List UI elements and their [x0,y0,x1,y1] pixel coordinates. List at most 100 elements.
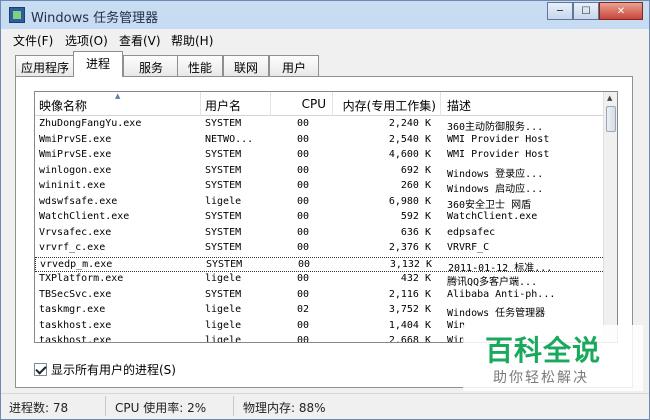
process-description: edpsafec [447,226,496,238]
process-cpu: 00 [298,258,311,270]
process-description: 360主动防御服务... [447,122,544,133]
process-row[interactable]: TBSecSvc.exe SYSTEM 00 2,116 K Alibaba Anti-… [35,288,605,304]
process-memory: 3,132 K [389,258,432,270]
maximize-button[interactable]: ☐ [573,2,599,20]
process-description: Windows 启动应... [447,184,544,195]
tab-services[interactable]: 服务 [123,55,179,76]
process-cpu: 00 [297,149,310,160]
process-name: winlogon.exe [39,164,112,176]
process-cpu: 00 [297,180,310,191]
process-cpu: 00 [297,242,310,253]
process-memory: 3,752 K [388,304,431,315]
process-description: WMI Provider Host [447,133,550,145]
process-row[interactable]: wdswfsafe.exe ligele 00 6,980 K 360安全卫士 网盾 [35,195,605,211]
process-user: SYSTEM [205,288,242,300]
process-user: SYSTEM [205,118,242,129]
scroll-up-icon[interactable]: ▲ [607,94,612,102]
tab-users[interactable]: 用户 [269,55,319,76]
tab-performance[interactable]: 性能 [177,55,223,76]
menu-options[interactable]: 选项(O) [65,32,108,49]
process-memory: 4,600 K [388,149,431,160]
close-button[interactable]: ✕ [599,2,643,20]
process-memory: 1,404 K [388,319,431,331]
process-row[interactable]: ZhuDongFangYu.exe SYSTEM 00 2,240 K 360主动防御服… [35,117,605,133]
process-row[interactable]: vrvrf_c.exe SYSTEM 00 2,376 K VRVRF_C [35,241,605,257]
process-user: ligele [205,304,242,315]
show-all-users-option[interactable]: 显示所有用户的进程(S) [34,361,176,378]
process-user: SYSTEM [205,164,242,176]
task-manager-icon [9,7,25,23]
process-cpu: 00 [297,118,310,129]
process-memory: 260 K [400,180,431,191]
process-row[interactable]: vrvedp_m.exe SYSTEM 00 3,132 K 2011-01-12 标准… [35,256,605,274]
process-name: WatchClient.exe [39,211,130,222]
process-memory: 636 K [400,226,431,238]
process-row[interactable]: taskmgr.exe ligele 02 3,752 K Windows 任务管理器 [35,303,605,319]
scrollbar-thumb[interactable] [606,106,616,132]
column-description[interactable]: 描述 [441,92,605,116]
process-memory: 2,240 K [388,118,431,129]
process-user: SYSTEM [206,258,243,270]
minimize-button[interactable]: ─ [547,2,573,20]
process-cpu: 00 [297,226,310,238]
tab-processes[interactable]: 进程 [73,51,123,77]
process-row[interactable]: wininit.exe SYSTEM 00 260 K Windows 启动应... [35,179,605,195]
column-user-name[interactable]: 用户名 [201,92,271,116]
process-cpu: 00 [297,211,310,222]
process-user: SYSTEM [205,180,242,191]
menu-bar: 文件(F) 选项(O) 查看(V) 帮助(H) [1,29,649,49]
process-name: wininit.exe [39,180,106,191]
process-name: WmiPrvSE.exe [39,133,112,145]
menu-file[interactable]: 文件(F) [13,32,53,49]
process-name: taskhost.exe [39,319,112,331]
process-memory: 2,540 K [388,133,431,145]
process-name: WmiPrvSE.exe [39,149,112,160]
show-all-users-checkbox[interactable] [34,363,47,376]
process-description: VRVRF_C [447,242,490,253]
process-cpu: 00 [297,288,310,300]
status-cpu-usage: CPU 使用率: 2% [115,401,207,415]
process-cpu: 00 [297,195,310,207]
task-manager-window: Windows 任务管理器 ─ ☐ ✕ 文件(F) 选项(O) 查看(V) 帮助… [0,0,650,420]
menu-view[interactable]: 查看(V) [119,32,161,49]
process-row[interactable]: WmiPrvSE.exe NETWO... 00 2,540 K WMI Provide… [35,133,605,149]
process-row[interactable]: winlogon.exe SYSTEM 00 692 K Windows 登录应... [35,164,605,180]
process-user: ligele [205,319,242,331]
process-cpu: 00 [297,164,310,176]
status-divider [105,396,106,416]
process-description: WMI Provider Host [447,149,550,160]
process-user: ligele [205,195,242,207]
process-name: TXPlatform.exe [39,273,124,284]
column-cpu[interactable]: CPU [271,92,333,116]
process-name: taskmgr.exe [39,304,106,315]
process-name: vrvrf_c.exe [39,242,106,253]
watermark-title: 百科全说 [485,334,602,367]
watermark-subtitle: 助你轻松解决 [493,370,589,386]
process-name: wdswfsafe.exe [39,195,118,207]
process-cpu: 02 [297,304,310,315]
status-bar: 进程数: 78 CPU 使用率: 2% 物理内存: 88% [1,393,649,419]
menu-help[interactable]: 帮助(H) [171,32,213,49]
process-row[interactable]: WatchClient.exe SYSTEM 00 592 K WatchClient.… [35,210,605,226]
process-list[interactable]: ▲ 映像名称 用户名 CPU 内存(专用工作集) 描述 ZhuDongFangY… [34,91,618,343]
process-row[interactable]: TXPlatform.exe ligele 00 432 K 腾讯QQ多客户端... [35,272,605,288]
tab-applications[interactable]: 应用程序 [15,55,75,76]
title-bar[interactable]: Windows 任务管理器 ─ ☐ ✕ [1,1,649,29]
process-description: Windows 登录应... [447,168,544,180]
process-row[interactable]: Vrvsafec.exe SYSTEM 00 636 K edpsafec [35,226,605,242]
process-memory: 692 K [400,164,431,176]
process-user: SYSTEM [205,226,242,238]
vertical-scrollbar[interactable]: ▲ [603,92,617,342]
tab-networking[interactable]: 联网 [223,55,269,76]
column-image-name[interactable]: 映像名称 [35,92,201,116]
process-cpu: 00 [297,319,310,331]
process-user: NETWO... [205,133,254,145]
process-description: Windows 任务管理器 [447,308,546,319]
watermark-logo: 百科全说 助你轻松解决 [463,325,643,391]
process-cpu: 00 [297,335,310,343]
status-physical-memory: 物理内存: 88% [243,401,326,415]
process-description: WatchClient.exe [447,211,538,222]
process-row[interactable]: WmiPrvSE.exe SYSTEM 00 4,600 K WMI Provider … [35,148,605,164]
column-memory[interactable]: 内存(专用工作集) [333,92,441,116]
process-cpu: 00 [297,273,310,284]
